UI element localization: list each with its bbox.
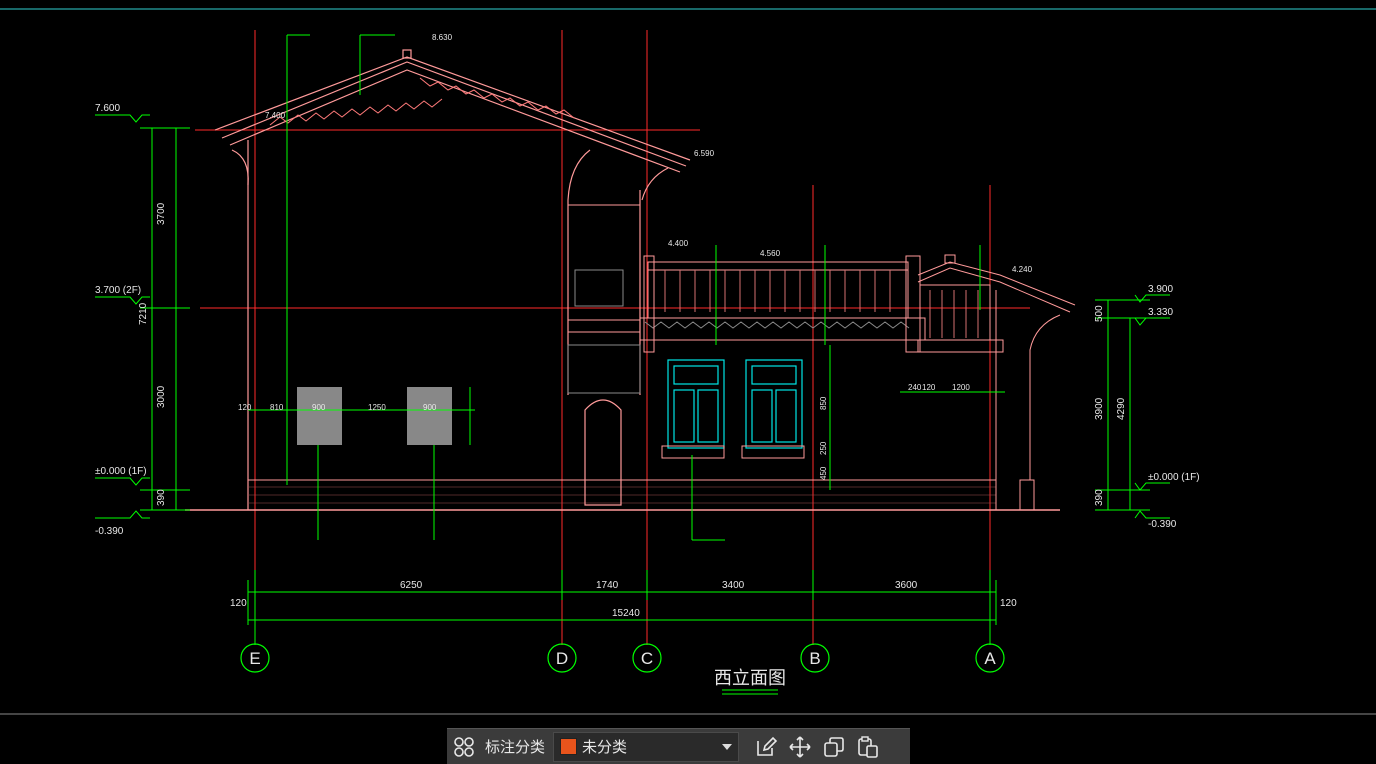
porch-dim-2: 120 <box>922 383 936 392</box>
level-3900: 3.900 <box>1148 284 1173 295</box>
move-icon <box>789 735 811 758</box>
eave-level-left: 7.400 <box>265 111 286 120</box>
grid-apps-button[interactable] <box>447 730 481 764</box>
dim-3400: 3400 <box>722 580 745 591</box>
edit-button[interactable] <box>749 730 783 764</box>
cad-drawing-canvas[interactable]: 7.600 3.700 (2F) ±0.000 (1F) -0.390 3.90… <box>0 0 1376 764</box>
level-0000-right: ±0.000 (1F) <box>1148 472 1200 483</box>
vdim-3700: 3700 <box>156 202 167 225</box>
porch-dim-1: 240 <box>908 383 922 392</box>
door-dim-850: 850 <box>819 396 828 410</box>
small-window-right <box>407 387 452 445</box>
vdim-500: 500 <box>1094 305 1105 322</box>
door-dim-250: 250 <box>819 441 828 455</box>
arched-door <box>584 399 622 506</box>
level-minus-390-right: -0.390 <box>1148 519 1177 530</box>
ornamental-windows <box>667 359 803 449</box>
level-3330: 3.330 <box>1148 307 1173 318</box>
copy-button[interactable] <box>817 730 851 764</box>
category-select[interactable]: 未分类 <box>553 731 740 762</box>
balcony-top-level: 4.400 <box>668 239 689 248</box>
axis-lines <box>195 30 1030 645</box>
vdim-4290: 4290 <box>1116 397 1127 420</box>
level-3700: 3.700 (2F) <box>95 285 141 296</box>
vdim-3900: 3900 <box>1094 397 1105 420</box>
brick-plinth <box>185 479 1060 511</box>
vdim-390-right: 390 <box>1094 489 1105 506</box>
porch-dim-5: 1200 <box>952 383 970 392</box>
axis-label-a: A <box>984 649 996 668</box>
axis-label-d: D <box>556 649 568 668</box>
dim-total: 15240 <box>612 608 640 619</box>
window-width-right: 900 <box>423 403 437 412</box>
window-offset: 810 <box>270 403 284 412</box>
chevron-down-icon <box>722 743 733 750</box>
paste-icon <box>858 735 878 758</box>
annotation-toolbar: 标注分类 未分类 <box>447 728 910 764</box>
dim-1740: 1740 <box>596 580 619 591</box>
dim-offset-right: 120 <box>1000 598 1017 609</box>
axis-label-c: C <box>641 649 653 668</box>
dim-6250: 6250 <box>400 580 423 591</box>
vdim-3000: 3000 <box>156 385 167 408</box>
paste-button[interactable] <box>851 730 885 764</box>
balcony-level: 4.560 <box>760 249 781 258</box>
axis-bubbles: E D C B A <box>240 643 1005 673</box>
small-window-left <box>297 387 342 445</box>
eave-level-right: 6.590 <box>694 149 715 158</box>
axis-label-b: B <box>809 649 820 668</box>
axis-label-e: E <box>249 649 260 668</box>
vdim-7210: 7210 <box>138 302 149 325</box>
edit-icon <box>757 736 778 756</box>
dim-offset-left: 120 <box>230 598 247 609</box>
window-spacing: 1250 <box>368 403 386 412</box>
drawing-title: 西立面图 <box>714 668 786 688</box>
wall-offset: 120 <box>238 403 252 412</box>
category-selected-value: 未分类 <box>582 738 628 756</box>
ridge-level: 8.630 <box>432 33 453 42</box>
vdim-390-left: 390 <box>156 489 167 506</box>
category-color-swatch <box>560 738 578 755</box>
level-0000-left: ±0.000 (1F) <box>95 466 147 477</box>
move-button[interactable] <box>783 730 817 764</box>
window-width-left: 900 <box>312 403 326 412</box>
level-7600: 7.600 <box>95 103 120 114</box>
grid-apps-icon <box>454 736 474 757</box>
dim-3600: 3600 <box>895 580 918 591</box>
right-annex <box>917 254 1076 511</box>
level-minus-390-left: -0.390 <box>95 526 124 537</box>
main-roof <box>214 49 691 510</box>
level-markers <box>95 114 1170 519</box>
category-label: 标注分类 <box>485 738 546 756</box>
door-dim-450: 450 <box>819 466 828 480</box>
annex-ridge-level: 4.240 <box>1012 265 1033 274</box>
copy-icon <box>824 736 844 757</box>
